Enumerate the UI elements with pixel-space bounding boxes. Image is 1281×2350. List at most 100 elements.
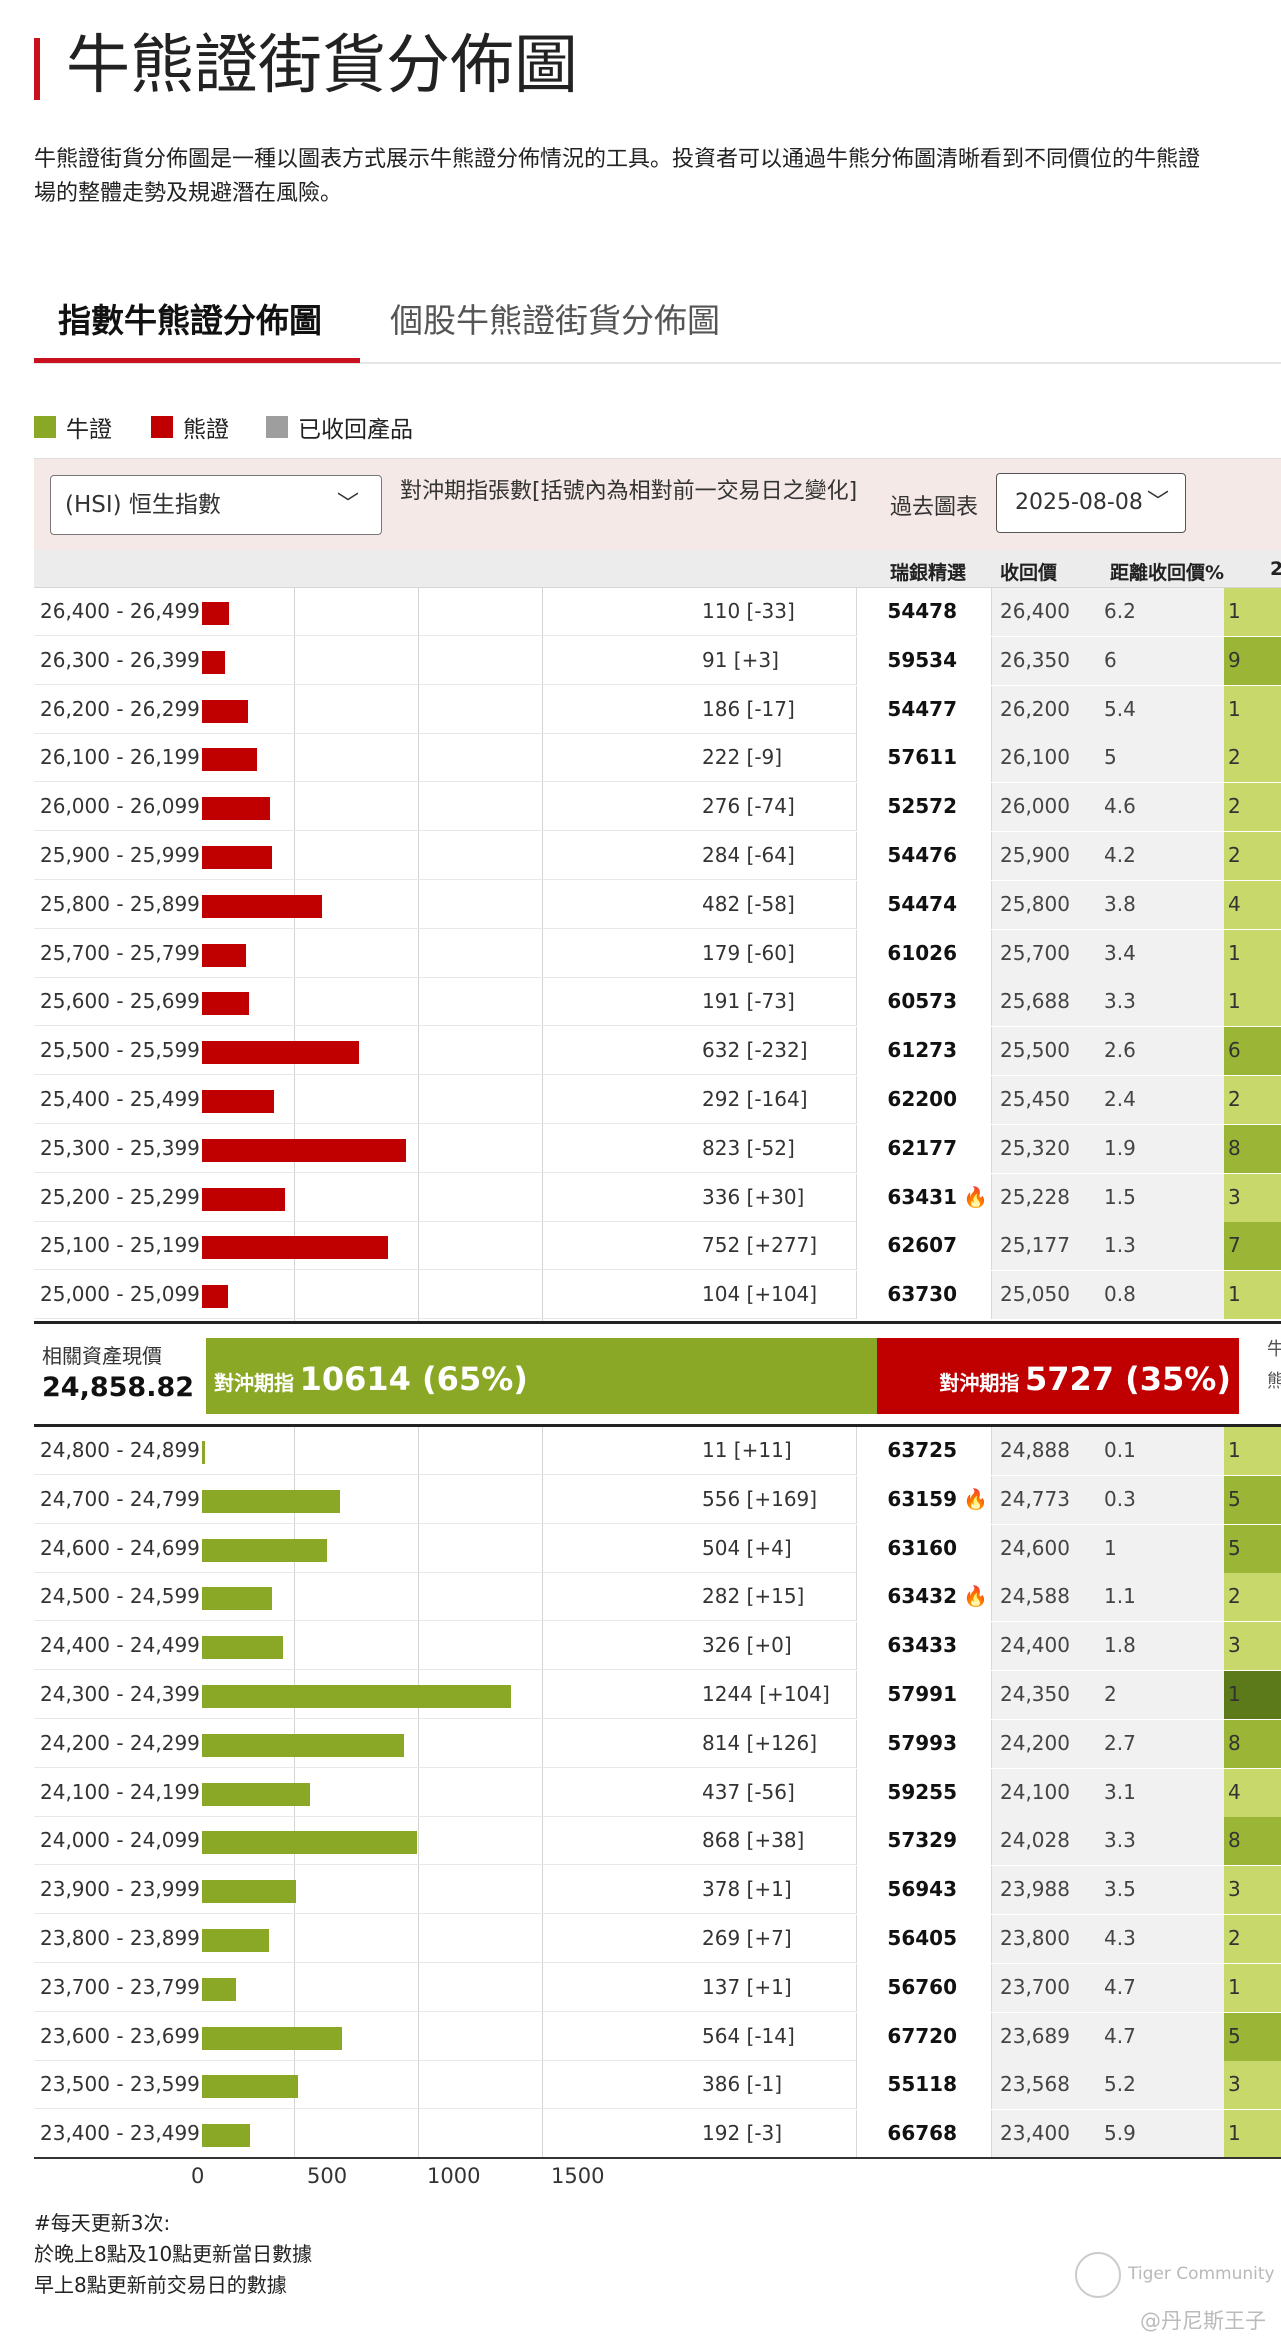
product-code-cell[interactable]: 63730 bbox=[856, 1271, 992, 1320]
product-code[interactable]: 55118 bbox=[857, 2072, 957, 2096]
bull-bar[interactable] bbox=[202, 1831, 418, 1855]
bear-bar[interactable] bbox=[202, 1285, 228, 1309]
product-code-cell[interactable]: 54478 bbox=[856, 588, 992, 636]
product-code-cell[interactable]: 59534 bbox=[856, 636, 992, 685]
date-select[interactable]: 2025-08-08 ﹀ bbox=[996, 473, 1186, 533]
legend-item-called[interactable]: 已收回產品 bbox=[266, 410, 413, 444]
product-code-cell[interactable]: 57611 bbox=[856, 734, 992, 783]
bear-bar[interactable] bbox=[202, 650, 225, 674]
bear-row[interactable]: 26,400 - 26,499 110 [-33] 54478 26,400 6.2 1 bbox=[34, 588, 1281, 636]
product-code[interactable]: 62177 bbox=[857, 1136, 957, 1160]
product-code[interactable]: 67720 bbox=[857, 2024, 957, 2048]
bear-row[interactable]: 25,700 - 25,799 179 [-60] 61026 25,700 3.4 1 bbox=[34, 929, 1281, 978]
product-code-cell[interactable]: 57993 bbox=[856, 1719, 992, 1768]
bear-bar[interactable] bbox=[202, 992, 250, 1016]
product-code-cell[interactable]: 63432 🔥 bbox=[856, 1573, 992, 1622]
product-code[interactable]: 54477 bbox=[857, 697, 957, 721]
legend-item-bear[interactable]: 熊證 bbox=[151, 410, 229, 444]
product-code[interactable]: 54478 bbox=[857, 599, 957, 623]
bull-row[interactable]: 23,500 - 23,599 386 [-1] 55118 23,568 5.2 3 bbox=[34, 2061, 1281, 2110]
bull-bar[interactable] bbox=[202, 1782, 311, 1806]
product-code[interactable]: 57329 bbox=[857, 1828, 957, 1852]
bull-row[interactable]: 24,200 - 24,299 814 [+126] 57993 24,200 2.7 8 bbox=[34, 1719, 1281, 1768]
bull-bar[interactable] bbox=[202, 1441, 205, 1464]
product-code[interactable]: 66768 bbox=[857, 2121, 957, 2145]
product-code-cell[interactable]: 62177 bbox=[856, 1124, 992, 1173]
bull-row[interactable]: 23,600 - 23,699 564 [-14] 67720 23,689 4.7 5 bbox=[34, 2012, 1281, 2061]
bull-bar[interactable] bbox=[202, 1587, 272, 1611]
product-code[interactable]: 63433 bbox=[857, 1633, 957, 1657]
product-code-cell[interactable]: 57991 bbox=[856, 1671, 992, 1719]
bull-row[interactable]: 24,500 - 24,599 282 [+15] 63432 🔥 24,588 1.1 2 bbox=[34, 1573, 1281, 1622]
product-code[interactable]: 63730 bbox=[857, 1282, 957, 1306]
product-code-cell[interactable]: 61026 bbox=[856, 929, 992, 978]
product-code-cell[interactable]: 55118 bbox=[856, 2061, 992, 2110]
product-code[interactable]: 61026 bbox=[857, 941, 957, 965]
bull-bar[interactable] bbox=[202, 1880, 296, 1904]
bear-bar[interactable] bbox=[202, 1138, 407, 1162]
bull-row[interactable]: 24,700 - 24,799 556 [+169] 63159 🔥 24,773 0.3… bbox=[34, 1475, 1281, 1524]
bull-row[interactable]: 24,800 - 24,899 11 [+11] 63725 24,888 0.1 1 bbox=[34, 1427, 1281, 1475]
product-code-cell[interactable]: 56405 bbox=[856, 1915, 992, 1963]
bear-bar[interactable] bbox=[202, 846, 273, 869]
product-code-cell[interactable]: 67720 bbox=[856, 2012, 992, 2061]
bear-row[interactable]: 25,600 - 25,699 191 [-73] 60573 25,688 3.3 1 bbox=[34, 978, 1281, 1027]
bull-row[interactable]: 23,900 - 23,999 378 [+1] 56943 23,988 3.5 3 bbox=[34, 1866, 1281, 1915]
bull-bar[interactable] bbox=[202, 1636, 283, 1660]
product-code-cell[interactable]: 59255 bbox=[856, 1768, 992, 1817]
product-code-cell[interactable]: 61273 bbox=[856, 1027, 992, 1076]
product-code-cell[interactable]: 62607 bbox=[856, 1222, 992, 1271]
bear-row[interactable]: 25,400 - 25,499 292 [-164] 62200 25,450 2.4 2 bbox=[34, 1076, 1281, 1124]
tab-stock-cbbc[interactable]: 個股牛熊證街貨分佈圖 bbox=[390, 294, 720, 342]
bear-row[interactable]: 25,000 - 25,099 104 [+104] 63730 25,050 0.8 1 bbox=[34, 1271, 1281, 1320]
product-code[interactable]: 59255 bbox=[857, 1780, 957, 1804]
bull-bar[interactable] bbox=[202, 2124, 250, 2148]
product-code[interactable]: 56943 bbox=[857, 1877, 957, 1901]
bull-bar[interactable] bbox=[202, 1489, 340, 1513]
product-code-cell[interactable]: 57329 bbox=[856, 1817, 992, 1866]
bear-row[interactable]: 25,900 - 25,999 284 [-64] 54476 25,900 4.2 2 bbox=[34, 832, 1281, 880]
bull-bar[interactable] bbox=[202, 1685, 511, 1708]
product-code[interactable]: 54476 bbox=[857, 843, 957, 867]
bear-row[interactable]: 25,100 - 25,199 752 [+277] 62607 25,177 1.3 7 bbox=[34, 1222, 1281, 1271]
product-code-cell[interactable]: 52572 bbox=[856, 783, 992, 832]
product-code-cell[interactable]: 63433 bbox=[856, 1622, 992, 1671]
bull-bar[interactable] bbox=[202, 1733, 404, 1757]
bear-row[interactable]: 26,000 - 26,099 276 [-74] 52572 26,000 4.6 2 bbox=[34, 783, 1281, 832]
bear-bar[interactable] bbox=[202, 1187, 286, 1211]
bull-row[interactable]: 23,400 - 23,499 192 [-3] 66768 23,400 5.9 1 bbox=[34, 2110, 1281, 2159]
bull-row[interactable]: 24,300 - 24,399 1244 [+104] 57991 24,350 2 1 bbox=[34, 1671, 1281, 1719]
bull-row[interactable]: 24,400 - 24,499 326 [+0] 63433 24,400 1.8 3 bbox=[34, 1622, 1281, 1671]
legend-item-bull[interactable]: 牛證 bbox=[34, 410, 112, 444]
bear-bar[interactable] bbox=[202, 1236, 389, 1260]
bull-row[interactable]: 23,800 - 23,899 269 [+7] 56405 23,800 4.3 2 bbox=[34, 1915, 1281, 1963]
product-code-cell[interactable]: 66768 bbox=[856, 2110, 992, 2159]
bull-bar[interactable] bbox=[202, 1977, 236, 2001]
product-code[interactable]: 52572 bbox=[857, 794, 957, 818]
product-code-cell[interactable]: 56760 bbox=[856, 1963, 992, 2012]
bear-row[interactable]: 25,800 - 25,899 482 [-58] 54474 25,800 3.8 4 bbox=[34, 880, 1281, 929]
product-code[interactable]: 56405 bbox=[857, 1926, 957, 1950]
bull-bar[interactable] bbox=[202, 2075, 298, 2099]
product-code[interactable]: 62607 bbox=[857, 1233, 957, 1257]
product-code-cell[interactable]: 63725 bbox=[856, 1427, 992, 1475]
bear-row[interactable]: 25,200 - 25,299 336 [+30] 63431 🔥 25,228 1.5 3 bbox=[34, 1173, 1281, 1222]
product-code[interactable]: 63432 bbox=[857, 1584, 957, 1608]
product-code-cell[interactable]: 63160 bbox=[856, 1524, 992, 1573]
product-code-cell[interactable]: 56943 bbox=[856, 1866, 992, 1915]
product-code[interactable]: 57611 bbox=[857, 745, 957, 769]
product-code[interactable]: 60573 bbox=[857, 989, 957, 1013]
bear-bar[interactable] bbox=[202, 748, 258, 772]
product-code-cell[interactable]: 63159 🔥 bbox=[856, 1475, 992, 1524]
product-code[interactable]: 57991 bbox=[857, 1682, 957, 1706]
product-code[interactable]: 56760 bbox=[857, 1975, 957, 1999]
product-code-cell[interactable]: 60573 bbox=[856, 978, 992, 1027]
product-code-cell[interactable]: 63431 🔥 bbox=[856, 1173, 992, 1222]
bear-bar[interactable] bbox=[202, 699, 249, 723]
bear-bar[interactable] bbox=[202, 943, 247, 967]
product-code[interactable]: 57993 bbox=[857, 1731, 957, 1755]
product-code[interactable]: 63160 bbox=[857, 1536, 957, 1560]
bull-row[interactable]: 24,100 - 24,199 437 [-56] 59255 24,100 3.1 4 bbox=[34, 1768, 1281, 1817]
bull-row[interactable]: 24,600 - 24,699 504 [+4] 63160 24,600 1 5 bbox=[34, 1524, 1281, 1573]
bull-bar[interactable] bbox=[202, 1929, 269, 1952]
